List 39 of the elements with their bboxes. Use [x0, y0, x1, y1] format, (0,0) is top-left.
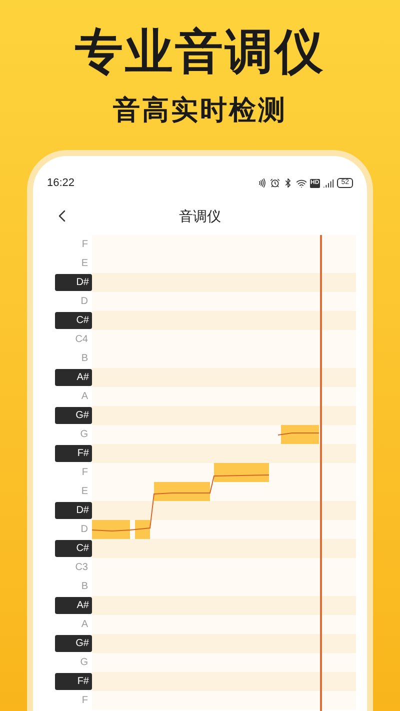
- piano-key-label: G#: [55, 407, 92, 424]
- wifi-icon: [296, 178, 307, 188]
- piano-key-label: B: [81, 352, 89, 366]
- headline: 专业音调仪: [75, 23, 325, 82]
- status-time: 16:22: [47, 176, 75, 191]
- nfc-icon: [256, 178, 267, 188]
- signal-icon: [323, 178, 334, 188]
- alarm-icon: [270, 178, 280, 188]
- piano-key-label: E: [81, 485, 89, 499]
- piano-key-label: A: [81, 390, 89, 404]
- piano-key-label: C4: [75, 333, 89, 347]
- piano-key-label: E: [81, 257, 89, 271]
- nav-title: 音调仪: [179, 207, 221, 226]
- piano-key-label: F: [82, 238, 89, 252]
- note-bar: [135, 520, 150, 539]
- piano-key-label: F: [82, 694, 89, 708]
- piano-key-label: D: [80, 523, 89, 537]
- piano-key-label: D#: [55, 502, 92, 519]
- piano-key-label: D#: [55, 274, 92, 291]
- piano-key-label: F#: [55, 445, 92, 462]
- piano-key-label: C#: [55, 312, 92, 329]
- note-bar: [92, 520, 130, 539]
- piano-key-label: A#: [55, 597, 92, 614]
- piano-key-label: A#: [55, 369, 92, 386]
- subtitle: 音高实时检测: [113, 94, 287, 128]
- note-bar: [214, 463, 269, 482]
- note-bar: [281, 425, 319, 444]
- piano-key-label: F: [82, 466, 89, 480]
- piano-key-label: A: [81, 618, 89, 632]
- piano-key-label: G#: [55, 635, 92, 652]
- piano-key-label: B: [81, 580, 89, 594]
- note-bar: [154, 482, 210, 501]
- piano-key-label: G: [80, 656, 89, 670]
- piano-key-label: C#: [55, 540, 92, 557]
- piano-key-label: G: [80, 428, 89, 442]
- bluetooth-icon: [282, 178, 293, 188]
- piano-key-label: C3: [75, 561, 89, 575]
- piano-key-label: F#: [55, 673, 92, 690]
- piano-key-label: D: [80, 295, 89, 309]
